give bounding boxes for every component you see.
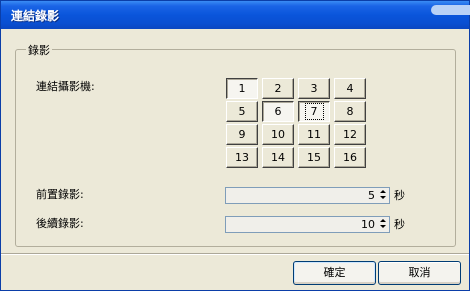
camera-button-15[interactable]: 15 (298, 147, 330, 168)
camera-button-label: 13 (235, 151, 249, 164)
camera-label: 連結攝影機: (36, 80, 95, 93)
close-icon[interactable] (431, 5, 470, 15)
camera-button-12[interactable]: 12 (334, 124, 366, 145)
camera-button-label: 2 (274, 82, 282, 95)
camera-button-label: 12 (343, 128, 357, 141)
post-record-unit: 秒 (394, 218, 405, 231)
camera-button-13[interactable]: 13 (226, 147, 258, 168)
camera-button-6[interactable]: 6 (262, 101, 294, 122)
post-record-value[interactable]: 10 (361, 218, 375, 231)
camera-button-label: 11 (307, 128, 321, 141)
pre-record-label: 前置錄影: (36, 188, 84, 201)
camera-button-10[interactable]: 10 (262, 124, 294, 145)
camera-button-label: 14 (271, 151, 285, 164)
camera-button-2[interactable]: 2 (262, 78, 294, 99)
camera-button-label: 4 (346, 82, 354, 95)
camera-button-5[interactable]: 5 (226, 101, 258, 122)
camera-button-4[interactable]: 4 (334, 78, 366, 99)
camera-button-label: 6 (274, 105, 282, 118)
camera-button-3[interactable]: 3 (298, 78, 330, 99)
camera-button-7[interactable]: 7 (298, 101, 330, 122)
camera-button-11[interactable]: 11 (298, 124, 330, 145)
camera-button-label: 10 (271, 128, 285, 141)
camera-button-8[interactable]: 8 (334, 101, 366, 122)
group-legend: 錄影 (26, 42, 52, 58)
cancel-button[interactable]: 取消 (378, 261, 461, 285)
post-record-arrows[interactable] (377, 218, 388, 231)
pre-record-unit: 秒 (394, 189, 405, 202)
pre-record-arrows[interactable] (377, 189, 388, 202)
camera-button-label: 16 (343, 151, 357, 164)
camera-button-label: 8 (346, 105, 354, 118)
post-record-label: 後續錄影: (36, 217, 84, 230)
ok-button[interactable]: 確定 (293, 261, 376, 285)
spin-down-icon[interactable] (377, 195, 388, 201)
spin-down-icon[interactable] (377, 224, 388, 230)
camera-button-label: 15 (307, 151, 321, 164)
camera-button-9[interactable]: 9 (226, 124, 258, 145)
window-title: 連結錄影 (11, 9, 60, 23)
camera-button-label: 1 (238, 82, 246, 95)
pre-record-spinner[interactable]: 5 (225, 187, 390, 204)
camera-button-14[interactable]: 14 (262, 147, 294, 168)
camera-button-label: 3 (310, 82, 318, 95)
camera-button-label: 5 (238, 105, 246, 118)
camera-button-label: 7 (304, 103, 324, 120)
title-bar[interactable]: 連結錄影 (1, 1, 470, 29)
camera-button-16[interactable]: 16 (334, 147, 366, 168)
camera-button-1[interactable]: 1 (226, 78, 258, 99)
footer-divider (1, 253, 469, 255)
camera-button-label: 9 (238, 128, 246, 141)
post-record-spinner[interactable]: 10 (225, 216, 390, 233)
dialog-window: 連結錄影 錄影 連結攝影機: 1 2 3 4 5 6 7 8 9 10 11 12 13 14 15 16 前… (0, 0, 470, 291)
pre-record-value[interactable]: 5 (368, 189, 375, 202)
